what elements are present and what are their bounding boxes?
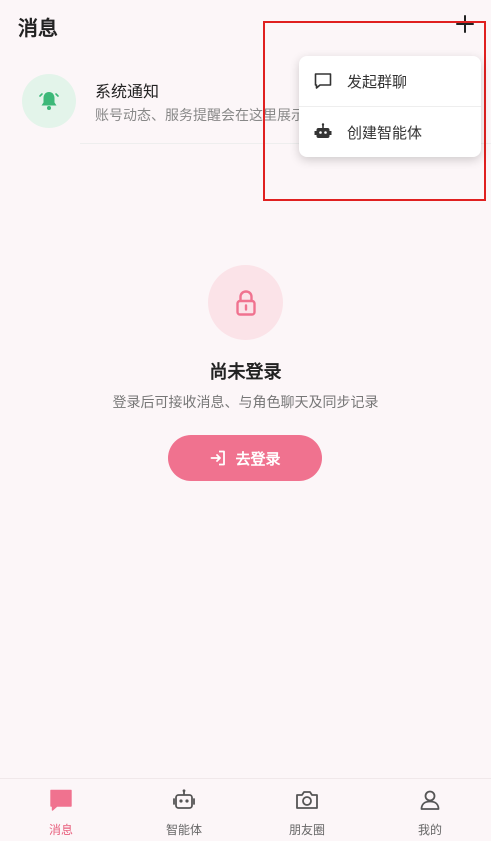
popup-menu: 发起群聊 创建智能体 [299,56,481,157]
camera-icon [294,787,320,813]
page-title: 消息 [18,16,58,40]
menu-item-create-agent[interactable]: 创建智能体 [299,106,481,157]
bell-avatar [22,74,76,128]
login-icon [211,450,226,466]
bottom-tab-bar: 消息 智能体 朋友圈 我的 [0,778,491,841]
user-icon [417,787,443,813]
menu-item-start-group-chat[interactable]: 发起群聊 [299,56,481,106]
tab-label: 消息 [48,823,73,837]
empty-state-subtitle: 登录后可接收消息、与角色聊天及同步记录 [112,395,379,411]
chat-bubble-icon [313,71,333,91]
notice-title: 系统通知 [95,82,160,101]
menu-item-label: 发起群聊 [347,72,408,91]
robot-icon [313,122,333,142]
login-button[interactable]: 去登录 [168,435,322,481]
tab-label: 我的 [417,823,442,837]
tab-agents[interactable]: 智能体 [123,779,245,841]
login-button-label: 去登录 [235,449,281,468]
robot-icon [171,787,197,813]
tab-label: 智能体 [165,823,202,837]
tab-moments[interactable]: 朋友圈 [246,779,368,841]
menu-item-label: 创建智能体 [347,123,423,142]
lock-icon [235,289,256,316]
empty-state-title: 尚未登录 [209,362,282,383]
tab-messages[interactable]: 消息 [0,779,122,841]
lock-avatar [208,265,283,340]
tab-profile[interactable]: 我的 [369,779,491,841]
message-icon [48,787,74,813]
tab-label: 朋友圈 [288,823,325,837]
bell-icon [39,92,59,110]
